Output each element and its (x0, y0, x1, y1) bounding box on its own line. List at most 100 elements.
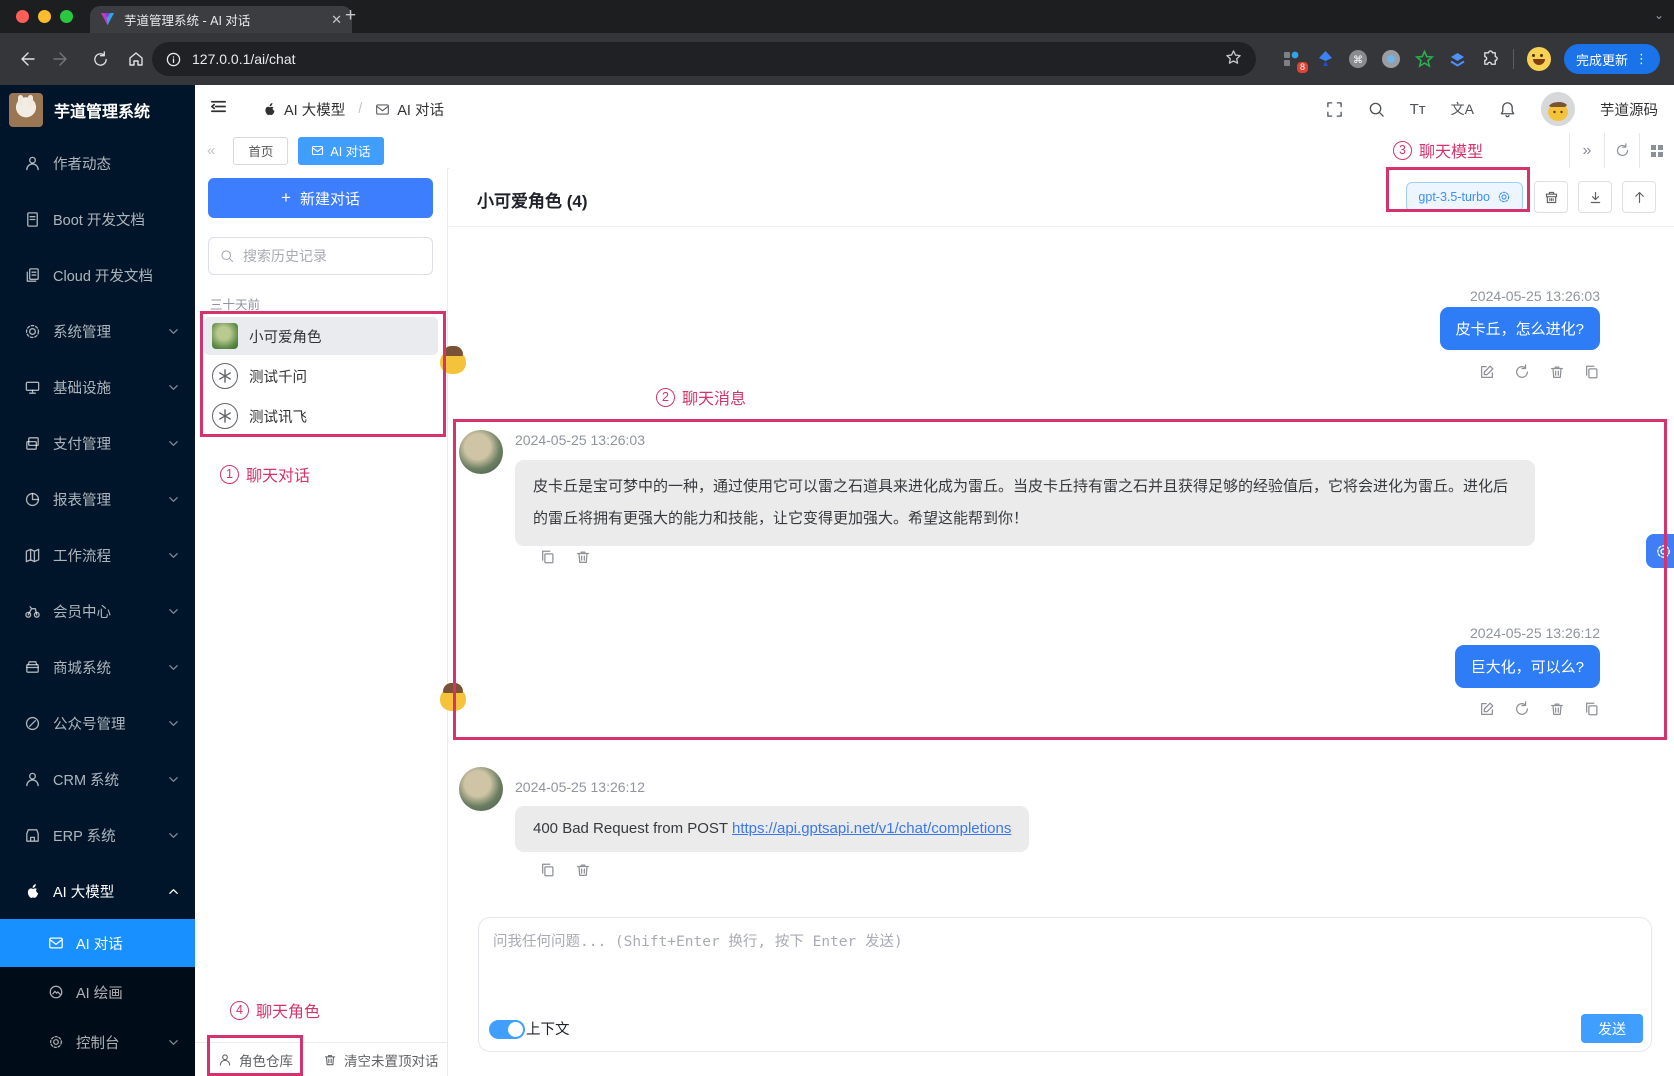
search-history-input[interactable]: 搜索历史记录 (208, 237, 433, 275)
copy-icon[interactable] (540, 862, 556, 878)
edit-icon[interactable] (1479, 701, 1495, 717)
copy-icon[interactable] (1584, 701, 1600, 717)
trash-icon[interactable] (1549, 364, 1565, 380)
sidebar-item-label: CRM 系统 (53, 772, 120, 789)
prompt-input-container: 上下文 发送 (478, 917, 1652, 1052)
translate-icon[interactable]: 文A (1451, 99, 1474, 119)
reload-icon[interactable] (88, 47, 112, 71)
annotation-number: 3 (1393, 140, 1412, 160)
extension-tampermonkey-icon[interactable]: 8 (1282, 49, 1308, 73)
tab-close-icon[interactable]: ✕ (331, 12, 342, 28)
refresh-icon[interactable] (1514, 364, 1530, 380)
new-tab-button[interactable]: + (345, 5, 356, 27)
sidebar-item-console[interactable]: 控制台 (0, 1017, 195, 1067)
clear-messages-button[interactable] (1534, 181, 1568, 213)
forward-icon[interactable] (50, 47, 74, 71)
sidebar-item-mall[interactable]: 商城系统 (0, 639, 195, 695)
sidebar-item-official-account[interactable]: 公众号管理 (0, 695, 195, 751)
site-info-icon[interactable] (166, 52, 181, 67)
extensions-puzzle-icon[interactable] (1480, 49, 1500, 69)
conversation-name: 测试千问 (249, 369, 307, 386)
trash-icon[interactable] (1549, 701, 1565, 717)
address-bar[interactable]: 127.0.0.1/ai/chat (152, 42, 1256, 76)
browser-tab[interactable]: 芋道管理系统 - AI 对话 ✕ (90, 6, 352, 33)
chevron-down-icon (169, 328, 178, 334)
font-size-icon[interactable]: Tт (1410, 101, 1426, 118)
extension-balloon-icon[interactable] (1315, 49, 1335, 69)
error-link[interactable]: https://api.gptsapi.net/v1/chat/completi… (732, 820, 1011, 837)
prompt-input[interactable] (491, 928, 1561, 1002)
envelope-icon (312, 146, 324, 155)
chrome-menu-icon[interactable]: ⋮ (1635, 51, 1648, 67)
bell-icon[interactable] (1499, 101, 1516, 118)
trash-icon[interactable] (575, 862, 591, 878)
search-icon[interactable] (1368, 101, 1385, 118)
app-logo[interactable]: 芋道管理系统 (0, 85, 195, 135)
context-toggle[interactable] (489, 1020, 525, 1039)
window-zoom-button[interactable] (60, 10, 73, 23)
edit-icon[interactable] (1479, 364, 1495, 380)
breadcrumb-parent[interactable]: AI 大模型 (284, 99, 345, 120)
window-close-button[interactable] (16, 10, 29, 23)
role-settings-drawer-button[interactable] (1646, 534, 1674, 568)
send-button[interactable]: 发送 (1581, 1014, 1643, 1043)
sidebar-item-workflow[interactable]: 工作流程 (0, 527, 195, 583)
sidebar-item-author-news[interactable]: 作者动态 (0, 135, 195, 191)
user-avatar[interactable] (1541, 92, 1575, 126)
new-chat-button[interactable]: + 新建对话 (208, 178, 433, 218)
trash-icon[interactable] (575, 549, 591, 565)
gear-icon (1498, 191, 1510, 203)
copy-icon[interactable] (540, 549, 556, 565)
chrome-update-button[interactable]: 完成更新 ⋮ (1564, 44, 1661, 74)
collapse-menu-icon[interactable] (209, 97, 228, 121)
sidebar-item-infra[interactable]: 基础设施 (0, 359, 195, 415)
bookmark-star-icon[interactable] (1225, 49, 1242, 69)
refresh-page-icon[interactable] (1604, 133, 1639, 168)
openai-icon (212, 363, 238, 389)
role-store-button[interactable]: 角色仓库 (218, 1050, 293, 1070)
download-button[interactable] (1578, 181, 1612, 213)
window-minimize-button[interactable] (38, 10, 51, 23)
sidebar-item-erp[interactable]: ERP 系统 (0, 807, 195, 863)
back-icon[interactable] (14, 47, 38, 71)
profile-avatar[interactable] (1527, 47, 1551, 71)
chevron-down-icon (169, 608, 178, 614)
sidebar-item-ai-draw[interactable]: AI 绘画 (0, 967, 195, 1017)
fullscreen-icon[interactable] (1326, 101, 1343, 118)
refresh-icon[interactable] (1514, 701, 1530, 717)
conversation-item-cute-role[interactable]: 小可爱角色 (204, 317, 438, 355)
extension-command-icon[interactable]: ⌘ (1348, 49, 1368, 69)
sidebar-item-reports[interactable]: 报表管理 (0, 471, 195, 527)
home-icon[interactable] (124, 47, 148, 71)
tab-ai-chat[interactable]: AI 对话 (298, 136, 384, 165)
clear-unpinned-button[interactable]: 清空未置顶对话 (323, 1050, 439, 1070)
scroll-top-button[interactable] (1622, 181, 1656, 213)
username-label[interactable]: 芋道源码 (1600, 99, 1658, 120)
extension-layers-icon[interactable] (1447, 49, 1467, 69)
sidebar-item-system[interactable]: 系统管理 (0, 303, 195, 359)
sidebar-item-label: 基础设施 (53, 380, 111, 397)
model-select-button[interactable]: gpt-3.5-turbo (1406, 182, 1523, 212)
extension-dot-icon[interactable] (1381, 49, 1401, 69)
copy-icon[interactable] (1584, 364, 1600, 380)
tab-home[interactable]: 首页 (233, 136, 289, 165)
tab-search-icon[interactable]: ⌄ (1654, 8, 1664, 22)
toolbar-separator (1513, 49, 1514, 69)
sidebar-item-ai-chat[interactable]: AI 对话 (0, 919, 195, 967)
conversation-item-qianwen[interactable]: 测试千问 (204, 357, 438, 395)
sidebar-item-ai-model[interactable]: AI 大模型 (0, 863, 195, 919)
sidebar-item-boot-docs[interactable]: Boot 开发文档 (0, 191, 195, 247)
tags-scroll-right-icon[interactable]: » (1569, 133, 1604, 168)
sidebar-item-cloud-docs[interactable]: Cloud 开发文档 (0, 247, 195, 303)
sidebar-item-payment[interactable]: 支付管理 (0, 415, 195, 471)
message-time: 2024-05-25 13:26:12 (515, 779, 645, 795)
sidebar-item-crm[interactable]: CRM 系统 (0, 751, 195, 807)
sidebar-item-member[interactable]: 会员中心 (0, 583, 195, 639)
extension-green-star-icon[interactable] (1414, 49, 1434, 69)
app-window: 芋道管理系统 作者动态 Boot 开发文档 Cloud 开发文档 系统管理 基础… (0, 85, 1674, 1076)
layout-grid-icon[interactable] (1639, 133, 1674, 168)
conversation-item-xunfei[interactable]: 测试讯飞 (204, 397, 438, 435)
message-actions (540, 549, 591, 565)
tags-scroll-left-icon[interactable]: « (195, 142, 227, 159)
screen: 芋道管理系统 - AI 对话 ✕ + ⌄ 127.0.0.1/ai/chat 8… (0, 0, 1674, 1076)
